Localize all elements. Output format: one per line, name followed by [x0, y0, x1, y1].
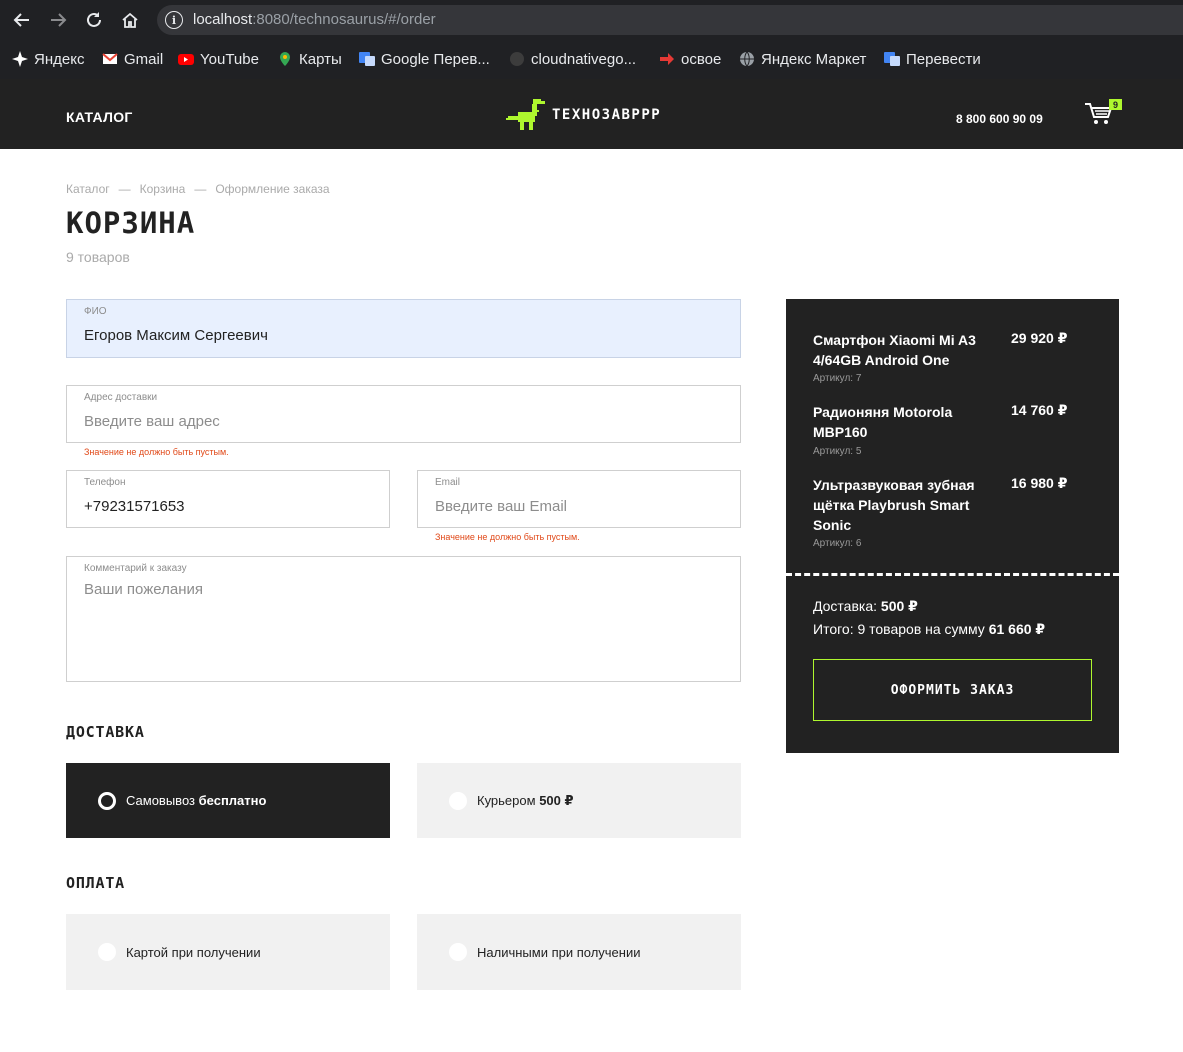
page-title: КОРЗИНА: [66, 206, 196, 240]
header-phone[interactable]: 8 800 600 90 09: [956, 112, 1043, 126]
github-icon: [509, 51, 525, 67]
bookmark-maps[interactable]: Карты: [277, 49, 342, 69]
summary-item-article: Артикул: 6: [813, 538, 862, 549]
yandex-star-icon: [12, 51, 28, 67]
delivery-option-pickup[interactable]: Самовывоз бесплатно: [66, 763, 390, 838]
summary-item-name: Ультразвуковая зубная щётка Playbrush Sm…: [813, 477, 975, 533]
summary-delivery: Доставка: 500 ₽: [813, 598, 918, 615]
payment-title: ОПЛАТА: [66, 874, 125, 892]
site-info-icon[interactable]: i: [165, 11, 183, 29]
summary-delivery-label: Доставка:: [813, 598, 878, 614]
summary-delivery-value: 500 ₽: [880, 598, 918, 614]
phone-field[interactable]: Телефон: [66, 470, 390, 528]
comment-label: Комментарий к заказу: [84, 563, 187, 574]
home-icon[interactable]: [118, 8, 142, 32]
summary-item-price: 16 980 ₽: [1011, 475, 1068, 491]
catalog-link[interactable]: КАТАЛОГ: [66, 109, 133, 125]
bookmark-translate[interactable]: Перевести: [884, 49, 981, 69]
radio-unselected-icon[interactable]: [449, 791, 467, 810]
summary-divider: [786, 573, 1119, 576]
red-arrow-icon: [659, 51, 675, 67]
site-header: КАТАЛОГ ТЕХНОЗАВРРР 8 800 600 90 09 9: [0, 79, 1183, 149]
url-text: localhost:8080/technosaurus/#/order: [193, 11, 436, 28]
globe-icon: [739, 51, 755, 67]
breadcrumb-checkout[interactable]: Оформление заказа: [215, 182, 329, 196]
summary-item-name: Смартфон Xiaomi Mi A3 4/64GB Android One: [813, 332, 976, 368]
summary-item-article: Артикул: 7: [813, 373, 862, 384]
summary-item-article: Артикул: 5: [813, 446, 862, 457]
fio-label: ФИО: [84, 306, 107, 317]
delivery-pickup-label: Самовывоз: [126, 793, 195, 808]
payment-option-cash[interactable]: Наличными при получении: [417, 914, 741, 990]
browser-toolbar: i localhost:8080/technosaurus/#/order: [0, 0, 1183, 40]
summary-total-value: 61 660 ₽: [988, 621, 1046, 637]
comment-field[interactable]: Комментарий к заказу: [66, 556, 741, 682]
delivery-pickup-price: бесплатно: [198, 793, 267, 808]
forward-icon[interactable]: [46, 8, 70, 32]
address-input[interactable]: [84, 413, 623, 430]
logo[interactable]: ТЕХНОЗАВРРР: [506, 99, 661, 131]
summary-item-price: 29 920 ₽: [1011, 330, 1068, 346]
comment-textarea[interactable]: [84, 581, 623, 671]
phone-input[interactable]: [84, 498, 342, 515]
bookmark-cloudnativego[interactable]: cloudnativego...: [509, 49, 636, 69]
email-field[interactable]: Email: [417, 470, 741, 528]
gmail-icon: [102, 51, 118, 67]
breadcrumb-catalog[interactable]: Каталог: [66, 182, 110, 196]
summary-total-label: Итого: 9 товаров на сумму: [813, 621, 985, 637]
payment-cash-label: Наличными при получении: [477, 944, 641, 960]
payment-card-label: Картой при получении: [126, 944, 261, 960]
address-error: Значение не должно быть пустым.: [84, 447, 229, 457]
summary-item-price: 14 760 ₽: [1011, 402, 1068, 418]
bookmark-gmail[interactable]: Gmail: [102, 49, 163, 69]
google-translate-icon: [884, 51, 900, 67]
items-count: 9 товаров: [66, 249, 130, 265]
fio-field[interactable]: ФИО: [66, 299, 741, 358]
back-icon[interactable]: [10, 8, 34, 32]
logo-text: ТЕХНОЗАВРРР: [552, 107, 662, 123]
summary-item-name: Радионяня Motorola MBP160: [813, 404, 953, 440]
address-field[interactable]: Адрес доставки: [66, 385, 741, 443]
delivery-courier-label: Курьером: [477, 793, 536, 808]
email-error: Значение не должно быть пустым.: [435, 532, 580, 542]
maps-pin-icon: [277, 51, 293, 67]
bookmark-yandex[interactable]: Яндекс: [12, 49, 84, 69]
youtube-icon: [178, 51, 194, 67]
radio-unselected-icon[interactable]: [98, 943, 116, 961]
bookmark-yandex-market[interactable]: Яндекс Маркет: [739, 49, 866, 69]
order-summary: Смартфон Xiaomi Mi A3 4/64GB Android One…: [786, 299, 1119, 753]
address-bar[interactable]: i localhost:8080/technosaurus/#/order: [157, 5, 1183, 35]
breadcrumb-separator: —: [194, 182, 207, 196]
dinosaur-logo-icon: [506, 99, 545, 130]
breadcrumb-cart[interactable]: Корзина: [140, 182, 186, 196]
radio-selected-icon[interactable]: [98, 791, 116, 810]
email-label: Email: [435, 477, 461, 488]
cart-count-badge: 9: [1109, 99, 1122, 110]
bookmark-google-translate[interactable]: Google Перев...: [359, 49, 490, 69]
bookmarks-bar: Яндекс Gmail YouTube Карты Google Перев.…: [0, 40, 1183, 79]
breadcrumb: Каталог — Корзина — Оформление заказа: [66, 182, 330, 196]
reload-icon[interactable]: [82, 8, 106, 32]
summary-total: Итого: 9 товаров на сумму 61 660 ₽: [813, 621, 1045, 638]
delivery-title: ДОСТАВКА: [66, 723, 145, 741]
bookmark-osvoe[interactable]: освое: [659, 49, 721, 69]
place-order-button[interactable]: ОФОРМИТЬ ЗАКАЗ: [813, 659, 1092, 721]
address-label: Адрес доставки: [84, 392, 158, 403]
google-translate-icon: [359, 51, 375, 67]
payment-option-card[interactable]: Картой при получении: [66, 914, 390, 990]
phone-label: Телефон: [84, 477, 126, 488]
breadcrumb-separator: —: [118, 182, 131, 196]
bookmark-youtube[interactable]: YouTube: [178, 49, 259, 69]
delivery-courier-price: 500 ₽: [539, 792, 574, 808]
delivery-option-courier[interactable]: Курьером 500 ₽: [417, 763, 741, 838]
radio-unselected-icon[interactable]: [449, 943, 467, 961]
fio-input[interactable]: [84, 327, 623, 344]
email-input[interactable]: [435, 498, 693, 515]
